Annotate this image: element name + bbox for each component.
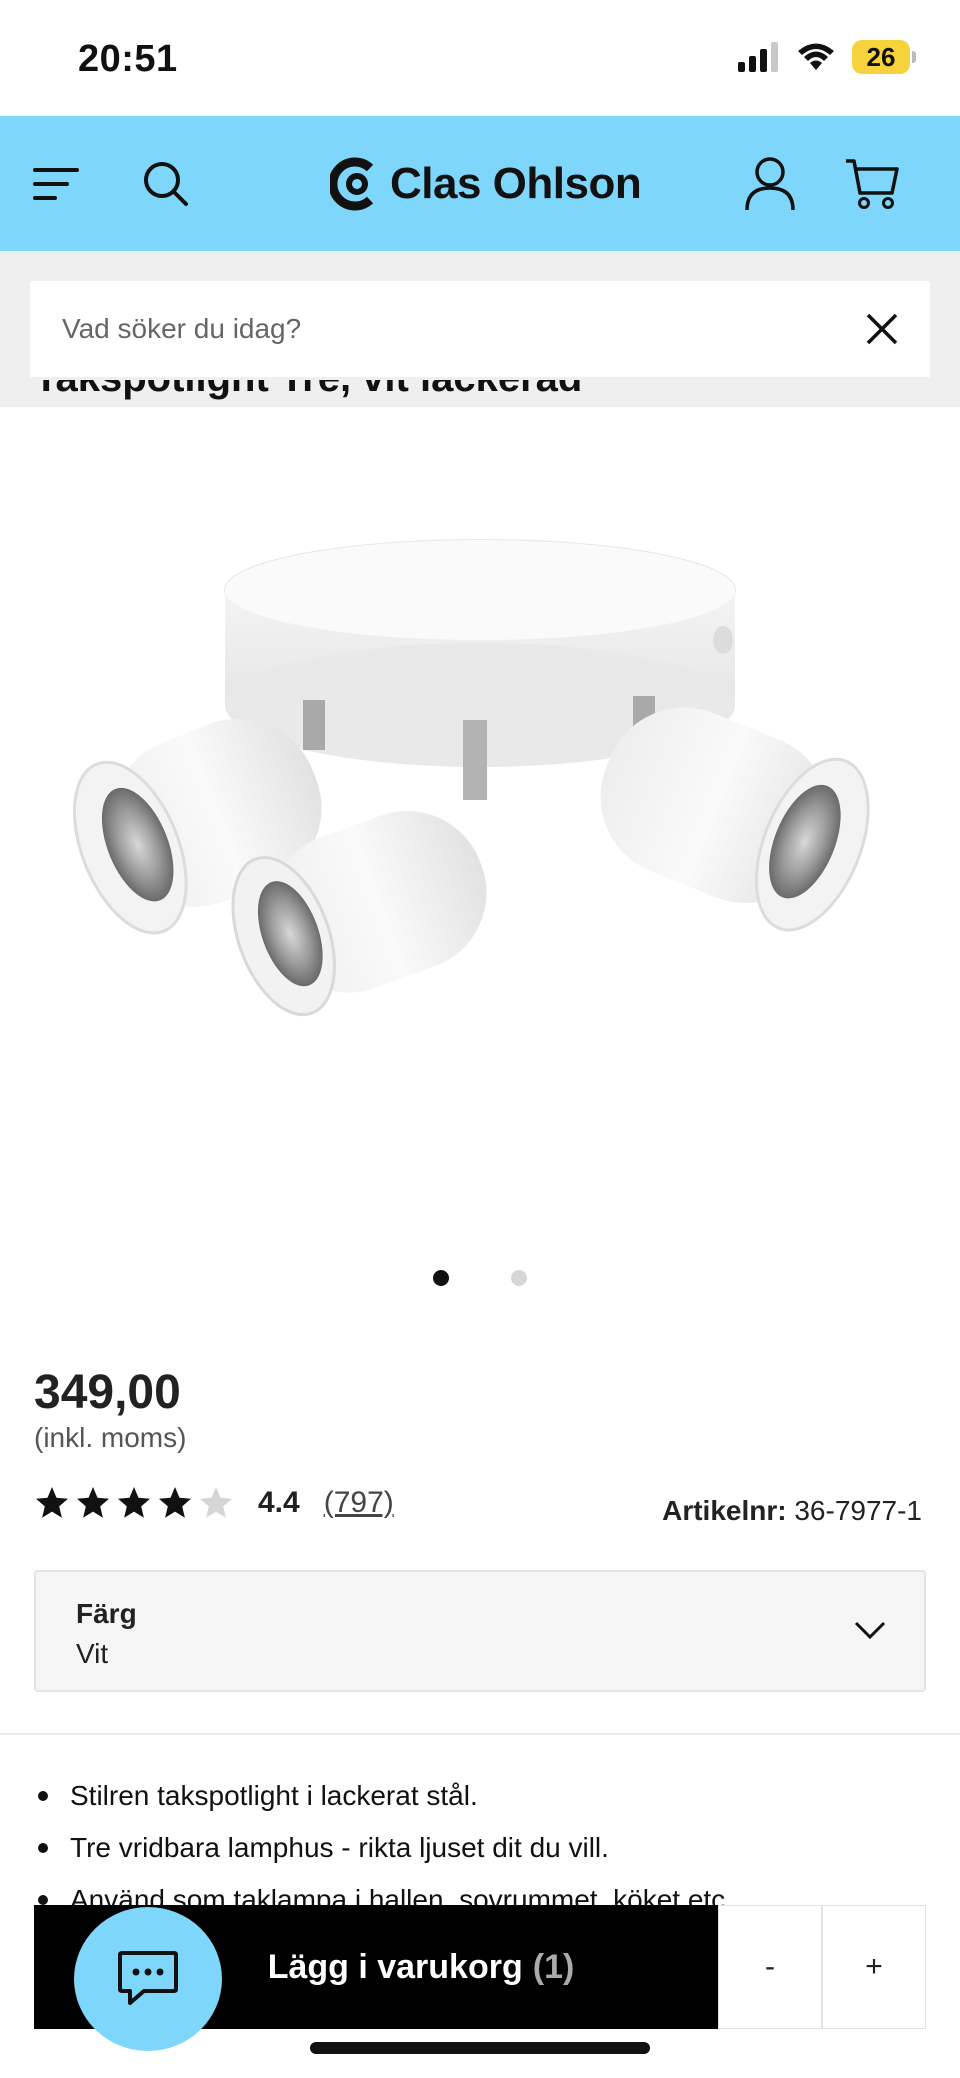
menu-button[interactable]: [26, 154, 86, 214]
search-input[interactable]: Vad söker du idag?: [30, 281, 930, 377]
article-number-value: 36-7977-1: [794, 1495, 922, 1526]
add-to-cart-label: Lägg i varukorg: [267, 1947, 523, 1986]
search-button[interactable]: [136, 154, 196, 214]
review-count-link[interactable]: (797): [324, 1486, 394, 1520]
status-time: 20:51: [78, 38, 178, 80]
cart-icon: [846, 159, 899, 209]
carousel-indicator: [0, 1270, 960, 1286]
hamburger-icon: [33, 168, 79, 200]
increase-quantity-button[interactable]: +: [822, 1905, 926, 2029]
site-header: Clas Ohlson: [0, 116, 960, 251]
add-to-cart-quantity: (1): [532, 1947, 575, 1986]
color-label: Färg: [76, 1598, 137, 1629]
price-vat-note: (inkl. moms): [34, 1422, 187, 1453]
carousel-dot-2[interactable]: [511, 1270, 527, 1286]
article-number-label: Artikelnr:: [662, 1495, 787, 1526]
search-placeholder: Vad söker du idag?: [62, 313, 302, 344]
carousel-dot-1[interactable]: [433, 1270, 449, 1286]
clear-search-button[interactable]: [858, 305, 906, 353]
product-price: 349,00: [34, 1366, 181, 1419]
home-indicator: [310, 2042, 650, 2054]
cart-button[interactable]: [842, 154, 902, 214]
logo-text: Clas Ohlson: [390, 159, 642, 208]
star-rating-icon: [36, 1487, 232, 1518]
list-item: Tre vridbara lamphus - rikta ljuset dit …: [34, 1822, 934, 1874]
product-title: Takspotlight Tre, vit lackerad: [34, 380, 582, 410]
chevron-down-icon: [854, 1621, 886, 1640]
close-icon: [866, 313, 898, 345]
chat-button[interactable]: [74, 1907, 222, 2051]
battery-indicator: 26: [852, 40, 916, 74]
account-button[interactable]: [740, 154, 800, 214]
product-rating[interactable]: 4.4 (797): [34, 1485, 394, 1521]
user-icon: [745, 157, 795, 211]
wifi-icon: [798, 43, 834, 70]
signal-icon: [738, 42, 778, 72]
color-select[interactable]: Färg Vit: [34, 1570, 926, 1692]
search-icon: [144, 162, 188, 206]
color-value: Vit: [76, 1638, 109, 1669]
logo-mark-icon: [330, 157, 374, 211]
status-icons: 26: [738, 40, 916, 74]
chat-icon: [118, 1951, 178, 2005]
status-bar: 20:51 26: [0, 0, 960, 116]
rating-value: 4.4: [258, 1486, 300, 1519]
clas-ohlson-logo[interactable]: Clas Ohlson: [330, 150, 642, 218]
product-features-list: Stilren takspotlight i lackerat stål. Tr…: [34, 1770, 934, 1926]
article-number: Artikelnr: 36-7977-1: [662, 1495, 922, 1527]
section-divider: [0, 1733, 960, 1735]
list-item: Stilren takspotlight i lackerat stål.: [34, 1770, 934, 1822]
decrease-quantity-button[interactable]: -: [718, 1905, 822, 2029]
product-image[interactable]: [40, 430, 920, 1210]
